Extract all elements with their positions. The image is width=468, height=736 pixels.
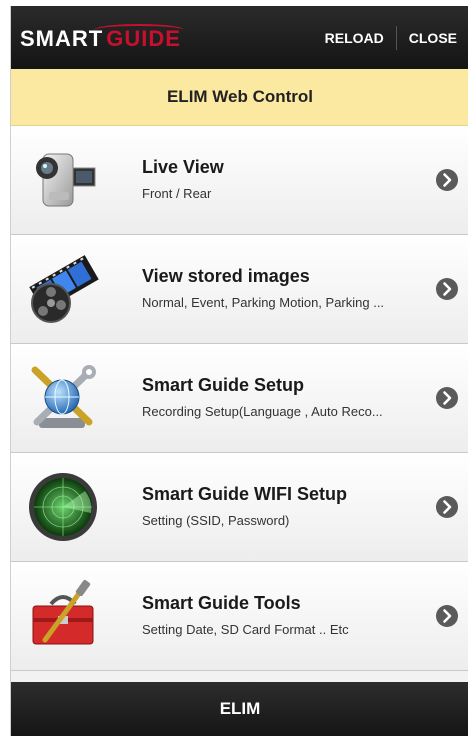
menu-list: Live View Front / Rear View stored image… <box>11 126 468 671</box>
app-header: SMART GUIDE RELOAD CLOSE <box>11 6 468 69</box>
menu-item-title: Smart Guide WIFI Setup <box>142 484 348 504</box>
chevron-right-icon <box>436 278 458 300</box>
menu-item-title: View stored images <box>142 266 310 286</box>
menu-item-subtitle: Setting Date, SD Card Format .. Etc <box>142 622 349 637</box>
close-button[interactable]: CLOSE <box>397 6 468 69</box>
menu-item-subtitle: Front / Rear <box>142 186 212 201</box>
smart-guide-logo: SMART GUIDE <box>20 22 200 56</box>
menu-item-smart-guide-wifi-setup[interactable]: Smart Guide WIFI Setup Setting (SSID, Pa… <box>11 453 468 562</box>
tools-globe-icon <box>31 365 96 428</box>
menu-item-smart-guide-tools[interactable]: Smart Guide Tools Setting Date, SD Card … <box>11 562 468 671</box>
chevron-right-icon <box>436 169 458 191</box>
menu-item-subtitle: Setting (SSID, Password) <box>142 513 290 528</box>
app-footer: ELIM <box>11 682 468 736</box>
chevron-right-icon <box>436 605 458 627</box>
camcorder-icon <box>36 153 96 207</box>
toolbox-icon <box>32 579 94 645</box>
radar-icon <box>29 473 97 541</box>
chevron-right-icon <box>436 496 458 518</box>
page-title: ELIM Web Control <box>11 69 468 126</box>
reload-button[interactable]: RELOAD <box>313 6 396 69</box>
app-frame: SMART GUIDE RELOAD CLOSE ELIM Web Contro… <box>10 6 468 736</box>
menu-item-smart-guide-setup[interactable]: Smart Guide Setup Recording Setup(Langua… <box>11 344 468 453</box>
menu-item-title: Smart Guide Setup <box>142 375 305 395</box>
menu-item-title: Live View <box>142 157 224 177</box>
logo-smart-text: SMART <box>20 26 104 51</box>
menu-item-subtitle: Normal, Event, Parking Motion, Parking .… <box>142 295 385 310</box>
menu-item-view-stored-images[interactable]: View stored images Normal, Event, Parkin… <box>11 235 468 344</box>
menu-item-live-view[interactable]: Live View Front / Rear <box>11 126 468 235</box>
chevron-right-icon <box>436 387 458 409</box>
menu-item-title: Smart Guide Tools <box>142 593 301 613</box>
menu-item-subtitle: Recording Setup(Language , Auto Reco... <box>142 404 383 419</box>
header-actions: RELOAD CLOSE <box>313 6 468 69</box>
logo-swoosh <box>94 24 184 36</box>
film-reel-icon <box>29 255 99 323</box>
